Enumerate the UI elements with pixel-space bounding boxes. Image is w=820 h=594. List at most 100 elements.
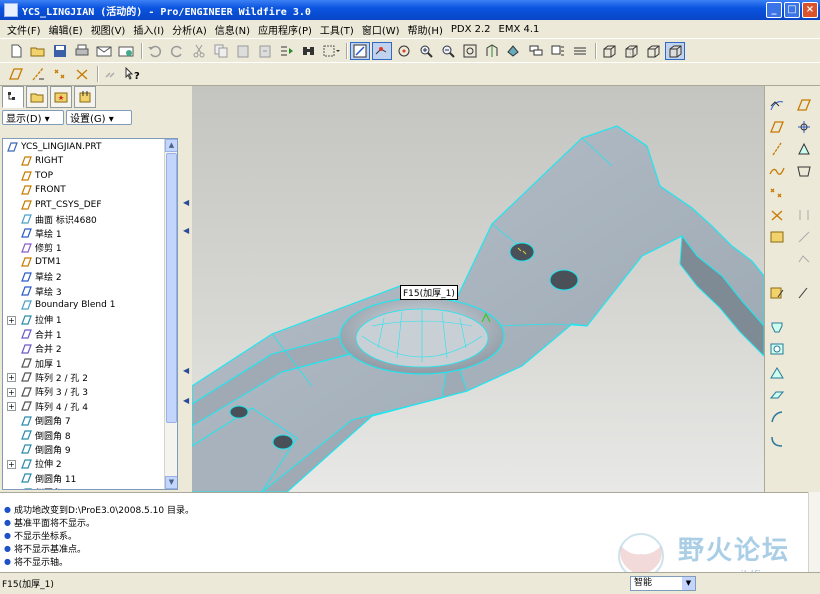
tab-favorites[interactable] (50, 86, 72, 108)
trim-tool-icon[interactable] (795, 228, 813, 246)
paste-icon[interactable] (233, 42, 253, 60)
menu-info[interactable]: 信息(N) (211, 22, 254, 37)
plane-icon[interactable] (768, 118, 786, 136)
close-button[interactable]: × (802, 2, 818, 18)
scroll-up-arrow-icon[interactable]: ▲ (165, 139, 177, 152)
tree-item[interactable]: 合并 2 (20, 342, 62, 356)
cut-icon[interactable] (189, 42, 209, 60)
csys-tool-icon[interactable] (768, 206, 786, 224)
regenerate-icon[interactable] (277, 42, 297, 60)
datum-point-tool-icon[interactable] (768, 184, 786, 202)
extend-tool-icon[interactable] (795, 250, 813, 268)
datum-curve-tool-icon[interactable] (768, 162, 786, 180)
context-help-icon[interactable]: ? (123, 65, 143, 83)
menu-pdx[interactable]: PDX 2.2 (447, 24, 495, 35)
tree-item[interactable]: PRT_CSYS_DEF (20, 198, 102, 212)
menu-emx[interactable]: EMX 4.1 (495, 24, 544, 35)
csys-display-icon[interactable] (72, 65, 92, 83)
tree-item[interactable]: 草绘 2 (20, 270, 62, 284)
tree-item[interactable]: YCS_LINGJIAN.PRT (6, 140, 101, 154)
analysis-tool-icon[interactable] (768, 228, 786, 246)
zoom-out-icon[interactable] (438, 42, 458, 60)
scroll-down-arrow-icon[interactable]: ▼ (165, 476, 177, 489)
refit-icon[interactable] (460, 42, 480, 60)
scroll-thumb[interactable] (166, 153, 177, 423)
tree-item[interactable]: DTM1 (20, 255, 61, 269)
menu-file[interactable]: 文件(F) (3, 22, 45, 37)
show-dropdown[interactable]: 显示(D) ▾ (2, 110, 64, 125)
round-tool-icon[interactable] (768, 432, 786, 450)
selection-filter[interactable]: 智能 ▼ (630, 576, 696, 591)
chevron-down-icon[interactable]: ▼ (682, 577, 695, 590)
mirror-icon[interactable] (795, 140, 813, 158)
copy-icon[interactable] (211, 42, 231, 60)
graphics-window[interactable]: F15(加厚_1) (192, 86, 764, 492)
tree-expand-toggle[interactable]: + (7, 402, 16, 412)
hidden-line-icon[interactable] (621, 42, 641, 60)
tree-item[interactable]: 阵列 4 / 孔 4 (20, 399, 88, 413)
tree-item[interactable]: 倒圆角 8 (20, 428, 71, 442)
send-mail-icon[interactable] (94, 42, 114, 60)
message-scrollbar[interactable] (808, 492, 820, 572)
tree-item[interactable]: 合并 1 (20, 327, 62, 341)
datum-axis-tool-icon[interactable] (768, 140, 786, 158)
tree-item[interactable]: 倒圆角 7 (20, 414, 71, 428)
hole-3[interactable] (229, 405, 249, 419)
select-box-icon[interactable] (321, 42, 341, 60)
redo-icon[interactable] (167, 42, 187, 60)
tree-item[interactable]: 倒圆角 12 (20, 486, 76, 489)
tab-connections[interactable] (74, 86, 96, 108)
tab-model-tree[interactable] (2, 86, 24, 108)
menu-applications[interactable]: 应用程序(P) (254, 22, 316, 37)
tree-item[interactable]: 倒圆角 9 (20, 442, 71, 456)
minimize-button[interactable]: _ (766, 2, 782, 18)
tree-item[interactable]: 曲面 标识4680 (20, 212, 97, 226)
find-icon[interactable] (299, 42, 319, 60)
panel-splitter[interactable]: ◀ ◀ ◀ ◀ (180, 86, 192, 492)
rib-tool-icon[interactable] (768, 386, 786, 404)
tree-scrollbar[interactable]: ▲ ▼ (164, 139, 177, 489)
tree-item[interactable]: FRONT (20, 183, 66, 197)
menu-tools[interactable]: 工具(T) (316, 22, 358, 37)
hole-4[interactable] (272, 434, 294, 450)
print-icon[interactable] (72, 42, 92, 60)
hole-tool-icon[interactable] (768, 340, 786, 358)
layers-icon[interactable] (526, 42, 546, 60)
sketch-tool-icon[interactable] (768, 284, 786, 302)
hole-2[interactable] (549, 269, 579, 291)
extrude-tool-icon[interactable] (768, 318, 786, 336)
repaint-icon[interactable] (350, 41, 370, 60)
wrap-icon[interactable] (795, 162, 813, 180)
merge-tool-icon[interactable] (795, 206, 813, 224)
shading-icon[interactable] (665, 41, 685, 60)
tree-expand-toggle[interactable]: + (7, 373, 16, 383)
tree-item[interactable]: Boundary Blend 1 (20, 298, 115, 312)
datum-plane-tool-icon[interactable] (795, 96, 813, 114)
collapse-arrow-icon[interactable]: ◀ (183, 198, 189, 207)
tree-expand-toggle[interactable]: + (7, 459, 16, 469)
menu-analysis[interactable]: 分析(A) (168, 22, 211, 37)
menu-help[interactable]: 帮助(H) (404, 22, 447, 37)
tree-expand-toggle[interactable]: + (7, 315, 16, 325)
tree-item[interactable]: 拉伸 2 (20, 457, 62, 471)
collapse-arrow-icon[interactable]: ◀ (183, 396, 189, 405)
save-icon[interactable] (50, 42, 70, 60)
tree-item[interactable]: RIGHT (20, 154, 63, 168)
saved-views-icon[interactable] (504, 42, 524, 60)
tree-item[interactable]: 草绘 3 (20, 284, 62, 298)
part-model-render[interactable] (192, 86, 764, 492)
collapse-arrow-icon[interactable]: ◀ (183, 226, 189, 235)
zoom-in-icon[interactable] (416, 42, 436, 60)
orient-mode-icon[interactable] (394, 42, 414, 60)
menu-view[interactable]: 视图(V) (87, 22, 130, 37)
edit-sketch-icon[interactable] (795, 284, 813, 302)
new-file-icon[interactable] (6, 42, 26, 60)
hole-1[interactable] (509, 242, 535, 262)
appearance-icon[interactable] (570, 42, 590, 60)
tree-item[interactable]: TOP (20, 169, 53, 183)
tree-item[interactable]: 修剪 1 (20, 241, 62, 255)
reorient-icon[interactable] (482, 42, 502, 60)
open-folder-icon[interactable] (28, 42, 48, 60)
spin-center-icon[interactable] (372, 41, 392, 60)
datum-plane-display-icon[interactable] (6, 65, 26, 83)
